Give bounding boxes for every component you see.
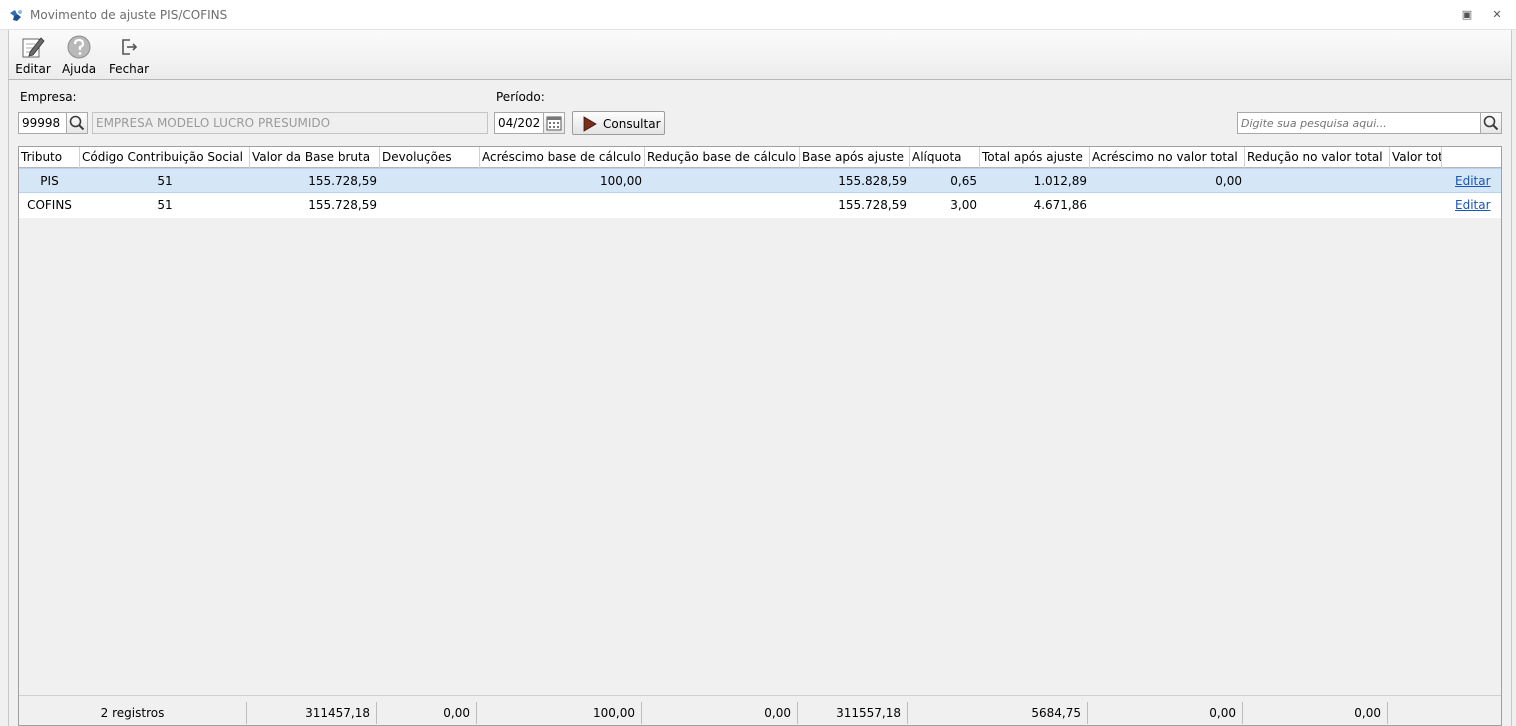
- calendar-icon: [546, 116, 562, 131]
- cell-base-bruta: 155.728,59: [308, 174, 377, 188]
- grid-header: Tributo Código Contribuição Social Valor…: [19, 147, 1501, 168]
- footer-total-apos: 5684,75: [908, 702, 1088, 724]
- footer-base-apos: 311557,18: [798, 702, 908, 724]
- cell-tributo: PIS: [40, 174, 59, 188]
- cell-total-apos: 1.012,89: [1033, 174, 1087, 188]
- footer-record-count: 2 registros: [19, 702, 247, 724]
- magnifier-icon: [1483, 115, 1499, 131]
- adjustments-grid: Tributo Código Contribuição Social Valor…: [18, 146, 1502, 726]
- column-header-acrescimo-total[interactable]: Acréscimo no valor total: [1090, 147, 1245, 168]
- cell-codigo: 51: [157, 198, 173, 212]
- grid-footer-totals: 2 registros 311457,18 0,00 100,00 0,00 3…: [19, 695, 1501, 725]
- calendar-button[interactable]: [543, 112, 565, 134]
- column-header-aliquota[interactable]: Alíquota: [910, 147, 980, 168]
- cell-valor-total: [1390, 169, 1442, 193]
- consultar-button[interactable]: Consultar: [572, 111, 665, 135]
- column-header-codigo[interactable]: Código Contribuição Social: [80, 147, 250, 168]
- window-titlebar: Movimento de ajuste PIS/COFINS ▣ ✕: [0, 0, 1516, 30]
- periodo-input[interactable]: [494, 112, 544, 134]
- footer-acrescimo-base: 100,00: [477, 702, 642, 724]
- cell-aliquota: 3,00: [950, 198, 977, 212]
- cell-devolucoes: [380, 193, 480, 217]
- empresa-name-field: [92, 112, 488, 134]
- cell-base-apos: 155.828,59: [838, 174, 907, 188]
- edit-button[interactable]: Editar: [13, 32, 53, 78]
- column-header-reducao-base[interactable]: Redução base de cálculo: [645, 147, 800, 168]
- column-header-acrescimo-base[interactable]: Acréscimo base de cálculo: [480, 147, 645, 168]
- cell-aliquota: 0,65: [950, 174, 977, 188]
- column-header-base-bruta[interactable]: Valor da Base bruta: [250, 147, 380, 168]
- search-input[interactable]: [1237, 112, 1481, 134]
- cell-acrescimo-base: 100,00: [600, 174, 642, 188]
- empresa-label: Empresa:: [20, 90, 77, 104]
- consultar-label: Consultar: [603, 117, 661, 131]
- restore-window-button[interactable]: ▣: [1460, 8, 1474, 22]
- cell-base-apos: 155.728,59: [838, 198, 907, 212]
- close-window-button[interactable]: ✕: [1490, 8, 1504, 22]
- cell-reducao-base: [645, 193, 800, 217]
- close-button[interactable]: Fechar: [107, 32, 151, 78]
- search-button[interactable]: [1480, 112, 1502, 134]
- footer-devolucoes: 0,00: [377, 702, 477, 724]
- toolbar: Editar Ajuda Fechar: [8, 30, 1512, 80]
- footer-reducao-base: 0,00: [642, 702, 798, 724]
- row-edit-link[interactable]: Editar: [1452, 169, 1498, 193]
- cell-total-apos: 4.671,86: [1033, 198, 1087, 212]
- empresa-code-input[interactable]: [18, 112, 67, 134]
- footer-acrescimo-total: 0,00: [1088, 702, 1243, 724]
- help-button[interactable]: Ajuda: [59, 32, 99, 78]
- magnifier-icon: [69, 115, 85, 131]
- table-row[interactable]: COFINS 51 155.728,59 155.728,59 3,00 4.6…: [19, 193, 1501, 218]
- pencil-document-icon: [22, 37, 45, 58]
- row-edit-link[interactable]: Editar: [1452, 193, 1498, 217]
- column-header-base-apos[interactable]: Base após ajuste: [800, 147, 910, 168]
- cell-tributo: COFINS: [27, 198, 72, 212]
- footer-reducao-total: 0,00: [1243, 702, 1388, 724]
- cell-reducao-total: [1245, 169, 1390, 193]
- help-label: Ajuda: [61, 62, 97, 76]
- table-row[interactable]: PIS 51 155.728,59 100,00 155.828,59 0,65…: [19, 168, 1501, 193]
- column-header-total-apos[interactable]: Total após ajuste: [980, 147, 1090, 168]
- window-title: Movimento de ajuste PIS/COFINS: [30, 8, 228, 22]
- periodo-label: Período:: [496, 90, 545, 104]
- empresa-search-button[interactable]: [66, 112, 88, 134]
- app-logo-icon: [10, 10, 22, 21]
- column-header-tributo[interactable]: Tributo: [19, 147, 80, 168]
- column-header-devolucoes[interactable]: Devoluções: [380, 147, 480, 168]
- cell-devolucoes: [380, 169, 480, 193]
- play-triangle-icon: [583, 116, 597, 132]
- cell-reducao-total: [1245, 193, 1390, 217]
- footer-base-bruta: 311457,18: [247, 702, 377, 724]
- cell-acrescimo-total: 0,00: [1215, 174, 1242, 188]
- cell-codigo: 51: [157, 174, 173, 188]
- cell-reducao-base: [645, 169, 800, 193]
- exit-door-icon: [122, 39, 138, 55]
- cell-base-bruta: 155.728,59: [308, 198, 377, 212]
- cell-valor-total: [1390, 193, 1442, 217]
- cell-acrescimo-base: [480, 193, 645, 217]
- column-header-valor-total[interactable]: Valor tota: [1390, 147, 1442, 168]
- column-header-reducao-total[interactable]: Redução no valor total: [1245, 147, 1390, 168]
- content-area: Empresa: Período: Consultar: [8, 80, 1512, 726]
- column-header-codigo-label: Código Contribuição Social: [82, 150, 243, 164]
- cell-acrescimo-total: [1090, 193, 1245, 217]
- close-label: Fechar: [108, 62, 150, 76]
- edit-label: Editar: [15, 62, 51, 76]
- question-mark-icon: [67, 35, 91, 59]
